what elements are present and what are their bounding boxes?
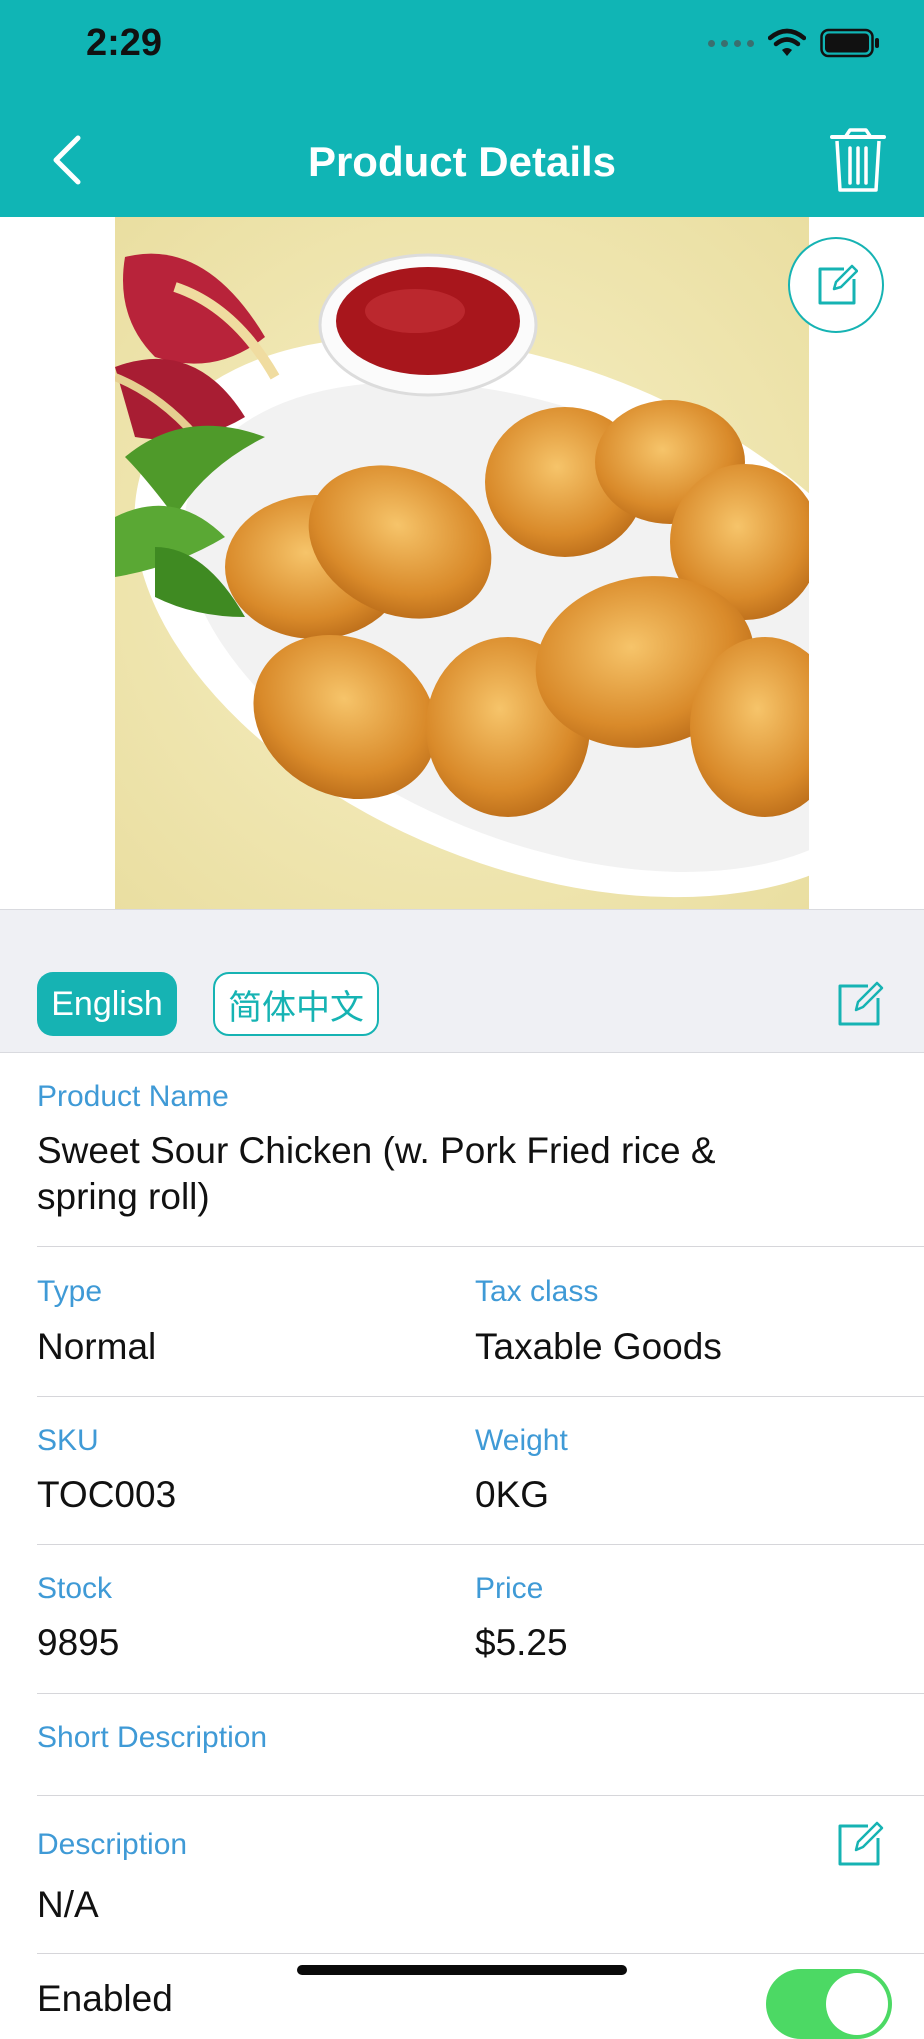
toggle-knob [826, 1973, 888, 2035]
status-time: 2:29 [86, 22, 163, 64]
divider [37, 1246, 924, 1247]
page-title: Product Details [307, 138, 617, 185]
language-bar: English 简体中文 [0, 909, 924, 1053]
short-description-label: Short Description [37, 1721, 268, 1754]
price-label: Price [475, 1572, 544, 1605]
stock-value: 9895 [37, 1622, 120, 1663]
app-header: 2:29 Product Details [0, 0, 924, 217]
language-chinese-button[interactable]: 简体中文 [213, 972, 379, 1036]
divider [37, 1953, 924, 1954]
divider [37, 1544, 924, 1545]
edit-photo-button[interactable] [788, 237, 884, 333]
battery-icon [820, 28, 879, 58]
description-label: Description [37, 1828, 188, 1861]
tax-class-value: Taxable Goods [475, 1326, 722, 1367]
status-icons [708, 28, 880, 58]
edit-icon[interactable] [836, 980, 884, 1028]
stock-label: Stock [37, 1572, 113, 1605]
language-english-button[interactable]: English [37, 972, 177, 1036]
trash-icon[interactable] [828, 128, 888, 194]
weight-label: Weight [475, 1424, 568, 1457]
price-value: $5.25 [475, 1622, 568, 1663]
divider [37, 1795, 924, 1796]
product-name-value: Sweet Sour Chicken (w. Pork Fried rice &… [37, 1130, 716, 1217]
type-label: Type [37, 1275, 103, 1308]
sku-value: TOC003 [37, 1474, 177, 1515]
enabled-label: Enabled [37, 1978, 173, 2019]
edit-icon[interactable] [836, 1820, 884, 1868]
sku-label: SKU [37, 1424, 99, 1457]
product-photo [115, 217, 809, 909]
type-value: Normal [37, 1326, 157, 1367]
product-name-label: Product Name [37, 1080, 229, 1113]
enabled-toggle[interactable] [766, 1969, 892, 2039]
edit-icon [818, 264, 858, 305]
divider [37, 1693, 924, 1694]
home-indicator [297, 1965, 627, 1975]
divider [37, 1396, 924, 1397]
weight-value: 0KG [475, 1474, 550, 1515]
tax-class-label: Tax class [475, 1275, 599, 1308]
description-value: N/A [37, 1884, 99, 1925]
wifi-icon [768, 28, 806, 56]
product-photo-area [0, 217, 924, 909]
signal-icon [708, 39, 754, 47]
